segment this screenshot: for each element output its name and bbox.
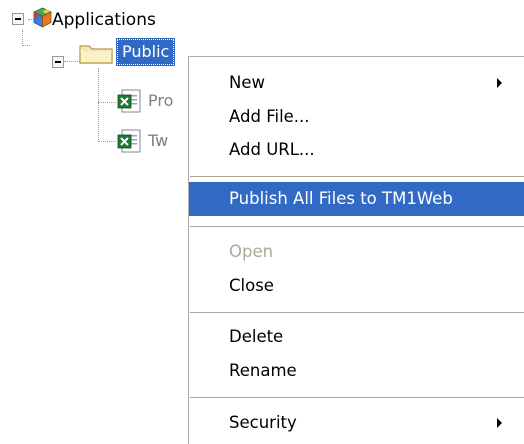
folder-icon [77,41,117,69]
excel-document-icon [116,87,144,119]
collapse-public-button[interactable] [52,56,64,68]
menu-item-label: Delete [229,327,284,346]
tree-connector [22,45,30,46]
menu-separator [190,312,524,313]
menu-item-label: Security [229,413,297,432]
menu-item-label: Open [229,242,274,261]
menu-item-add-url[interactable]: Add URL... [189,133,524,167]
menu-item-open: Open [189,235,524,269]
menu-item-new[interactable]: New [189,66,524,100]
menu-item-label: Add File... [229,107,310,126]
tree-node-child-1[interactable]: Pro [148,90,173,112]
menu-item-label: Rename [229,361,297,380]
tree-connector [98,141,116,142]
menu-separator [190,176,524,177]
collapse-root-button[interactable] [12,13,24,25]
tree-node-applications[interactable]: Applications [52,9,156,31]
menu-item-security[interactable]: Security [189,406,524,440]
submenu-arrow-icon [497,78,502,88]
submenu-arrow-icon [497,418,502,428]
menu-item-publish-all-files[interactable]: Publish All Files to TM1Web [189,182,524,216]
tree-connector [22,30,23,44]
menu-separator [190,397,524,398]
context-menu: New Add File... Add URL... Publish All F… [188,56,524,444]
menu-item-label: Add URL... [229,140,315,159]
menu-item-add-file[interactable]: Add File... [189,100,524,134]
menu-item-delete[interactable]: Delete [189,320,524,354]
tree-node-child-2[interactable]: Tw [148,130,168,152]
menu-item-close[interactable]: Close [189,269,524,303]
excel-document-icon [116,127,144,159]
tree-connector [98,68,99,142]
menu-separator [190,226,524,227]
menu-item-label: New [229,73,265,92]
menu-item-rename[interactable]: Rename [189,354,524,388]
applications-cube-icon [33,7,52,33]
tree-connector [98,102,116,103]
menu-item-label: Close [229,276,274,295]
tree-node-public[interactable]: Public [115,38,176,66]
menu-item-label: Publish All Files to TM1Web [229,189,453,208]
